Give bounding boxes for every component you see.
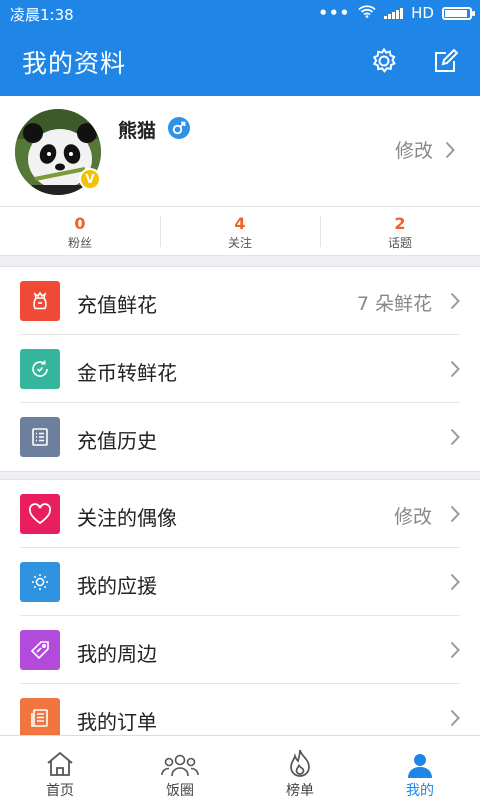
list-icon bbox=[20, 417, 60, 457]
user-name: 熊猫 bbox=[118, 120, 157, 142]
menu-item-label: 关注的偶像 bbox=[77, 506, 177, 530]
tab-mine[interactable]: 我的 bbox=[360, 736, 480, 800]
chevron-right-icon bbox=[450, 292, 460, 310]
notification-dots: ••• bbox=[318, 4, 351, 22]
tab-label: 首页 bbox=[46, 783, 74, 799]
chevron-right-icon bbox=[450, 573, 460, 591]
menu-item-my-merch[interactable]: 我的周边 bbox=[0, 616, 480, 684]
profile-card[interactable]: V 熊猫 修改 bbox=[0, 96, 480, 206]
app-bar: 我的资料 bbox=[0, 26, 480, 96]
menu-group-fandom: 关注的偶像 修改 我的应援 我的周边 我的订单 bbox=[0, 479, 480, 735]
stat-value: 0 bbox=[74, 214, 86, 233]
edit-profile-link[interactable]: 修改 bbox=[395, 136, 455, 163]
group-icon bbox=[120, 746, 240, 778]
stat-value: 2 bbox=[394, 214, 406, 233]
chevron-right-icon bbox=[450, 641, 460, 659]
tab-label: 我的 bbox=[406, 783, 434, 799]
menu-item-my-orders[interactable]: 我的订单 bbox=[0, 684, 480, 735]
menu-item-recharge-flowers[interactable]: 充值鲜花 7 朵鲜花 bbox=[0, 267, 480, 335]
chevron-right-icon bbox=[450, 709, 460, 727]
chevron-right-icon bbox=[450, 428, 460, 446]
gear-icon[interactable] bbox=[366, 43, 402, 79]
chevron-right-icon bbox=[450, 505, 460, 523]
stat-topics[interactable]: 2 话题 bbox=[320, 207, 480, 255]
wifi-icon bbox=[358, 4, 376, 22]
menu-item-label: 我的应援 bbox=[77, 574, 157, 598]
tab-label: 饭圈 bbox=[166, 783, 194, 799]
flower-count: 7 朵鲜花 bbox=[356, 293, 432, 315]
edit-icon[interactable] bbox=[428, 43, 464, 79]
order-icon bbox=[20, 698, 60, 735]
bottom-tab-bar: 首页 饭圈 榜单 我的 bbox=[0, 735, 480, 800]
home-icon bbox=[0, 746, 120, 778]
flame-icon bbox=[240, 746, 360, 778]
chevron-right-icon bbox=[450, 360, 460, 378]
stats-bar: 0 粉丝 4 关注 2 话题 bbox=[0, 206, 480, 256]
menu-item-recharge-history[interactable]: 充值历史 bbox=[0, 403, 480, 471]
menu-item-coins-to-flowers[interactable]: 金币转鲜花 bbox=[0, 335, 480, 403]
menu-item-label: 我的周边 bbox=[77, 642, 157, 666]
heart-icon bbox=[20, 494, 60, 534]
menu-item-label: 充值历史 bbox=[77, 429, 157, 453]
menu-item-followed-idols[interactable]: 关注的偶像 修改 bbox=[0, 480, 480, 548]
edit-profile-label: 修改 bbox=[394, 140, 433, 162]
tag-icon bbox=[20, 630, 60, 670]
male-icon bbox=[168, 117, 190, 139]
stat-label: 粉丝 bbox=[67, 236, 92, 250]
edit-idols-label: 修改 bbox=[393, 506, 432, 528]
flower-bag-icon bbox=[20, 281, 60, 321]
tab-home[interactable]: 首页 bbox=[0, 736, 120, 800]
battery-icon bbox=[442, 6, 475, 20]
signal-icon bbox=[384, 7, 404, 19]
status-bar: 凌晨1:38 ••• HD bbox=[0, 0, 480, 26]
menu-item-my-support[interactable]: 我的应援 bbox=[0, 548, 480, 616]
status-icons: ••• HD bbox=[318, 4, 475, 22]
chevron-right-icon bbox=[445, 141, 455, 158]
menu-group-recharge: 充值鲜花 7 朵鲜花 金币转鲜花 充值历史 bbox=[0, 266, 480, 472]
tab-rankings[interactable]: 榜单 bbox=[240, 736, 360, 800]
page-title: 我的资料 bbox=[22, 49, 127, 78]
stat-following[interactable]: 4 关注 bbox=[160, 207, 320, 255]
stat-label: 话题 bbox=[387, 236, 412, 250]
stat-value: 4 bbox=[234, 214, 246, 233]
stat-label: 关注 bbox=[227, 236, 252, 250]
sun-icon bbox=[20, 562, 60, 602]
menu-item-label: 我的订单 bbox=[77, 710, 157, 734]
verified-badge: V bbox=[79, 168, 101, 190]
tab-label: 榜单 bbox=[286, 783, 314, 799]
menu-item-label: 充值鲜花 bbox=[77, 293, 157, 317]
tab-fan-circle[interactable]: 饭圈 bbox=[120, 736, 240, 800]
stat-fans[interactable]: 0 粉丝 bbox=[0, 207, 160, 255]
status-time: 凌晨1:38 bbox=[10, 6, 74, 24]
person-icon bbox=[360, 746, 480, 778]
network-label: HD bbox=[411, 4, 434, 22]
refresh-circle-icon bbox=[20, 349, 60, 389]
menu-item-label: 金币转鲜花 bbox=[77, 361, 177, 385]
